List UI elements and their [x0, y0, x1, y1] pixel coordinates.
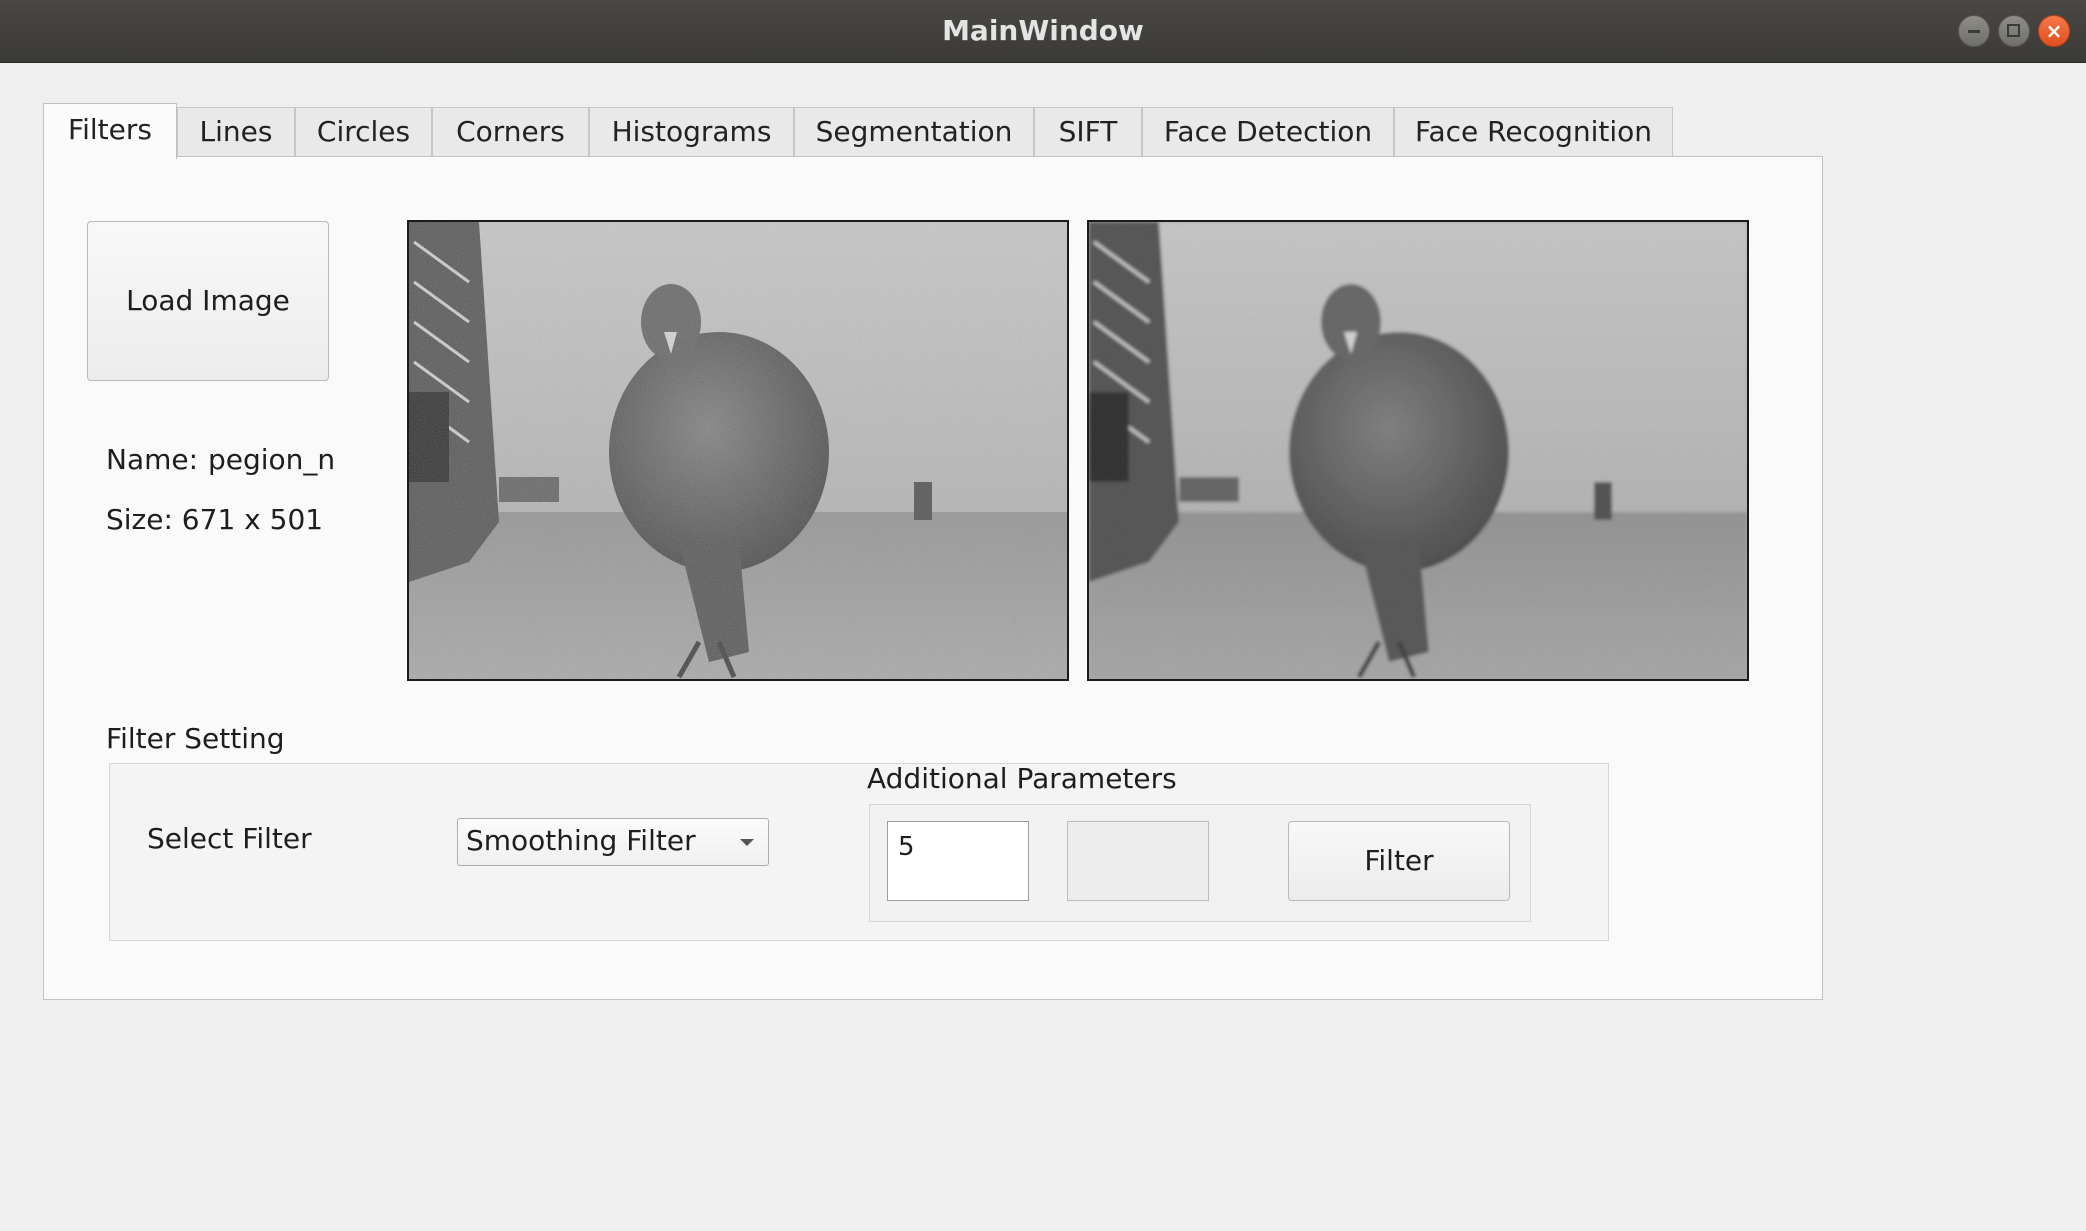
tab-sift[interactable]: SIFT — [1034, 107, 1142, 157]
tab-corners[interactable]: Corners — [432, 107, 589, 157]
window-title-bar[interactable]: MainWindow × — [0, 0, 2086, 63]
filter-type-dropdown[interactable]: Smoothing Filter — [457, 818, 769, 866]
window-title: MainWindow — [942, 14, 1144, 47]
maximize-button[interactable] — [1998, 15, 2030, 47]
filters-tab-pane: Load Image Name: pegion_nc Size: 671 x 5… — [43, 156, 1823, 1000]
name-label: Name: — [106, 443, 199, 476]
param1-input[interactable]: 5 — [887, 821, 1029, 901]
minimize-icon — [1968, 30, 1980, 33]
tab-lines[interactable]: Lines — [177, 107, 295, 157]
filter-button[interactable]: Filter — [1288, 821, 1510, 901]
tab-filters[interactable]: Filters — [43, 103, 177, 159]
minimize-button[interactable] — [1958, 15, 1990, 47]
close-button[interactable]: × — [2038, 15, 2070, 47]
additional-parameters-title: Additional Parameters — [867, 762, 1177, 795]
chevron-down-icon — [740, 839, 754, 846]
maximize-icon — [2007, 24, 2020, 37]
select-filter-label: Select Filter — [147, 822, 312, 855]
size-label: Size: 671 x 501 — [106, 503, 324, 536]
additional-parameters-group: 5 Filter — [869, 804, 1531, 922]
name-value: pegion_nc — [208, 443, 335, 476]
tab-circles[interactable]: Circles — [295, 107, 432, 157]
tab-histograms[interactable]: Histograms — [589, 107, 794, 157]
filter-type-value: Smoothing Filter — [466, 824, 696, 857]
filter-setting-group: Select Filter Smoothing Filter Additiona… — [109, 762, 1609, 941]
close-icon: × — [2045, 19, 2063, 43]
output-image — [1087, 220, 1749, 681]
param2-input[interactable] — [1067, 821, 1209, 901]
filter-setting-title: Filter Setting — [106, 722, 285, 755]
tab-face-detection[interactable]: Face Detection — [1142, 107, 1394, 157]
load-image-button[interactable]: Load Image — [87, 221, 329, 381]
tab-segmentation[interactable]: Segmentation — [794, 107, 1034, 157]
input-image — [407, 220, 1069, 681]
tab-face-recognition[interactable]: Face Recognition — [1394, 107, 1673, 157]
